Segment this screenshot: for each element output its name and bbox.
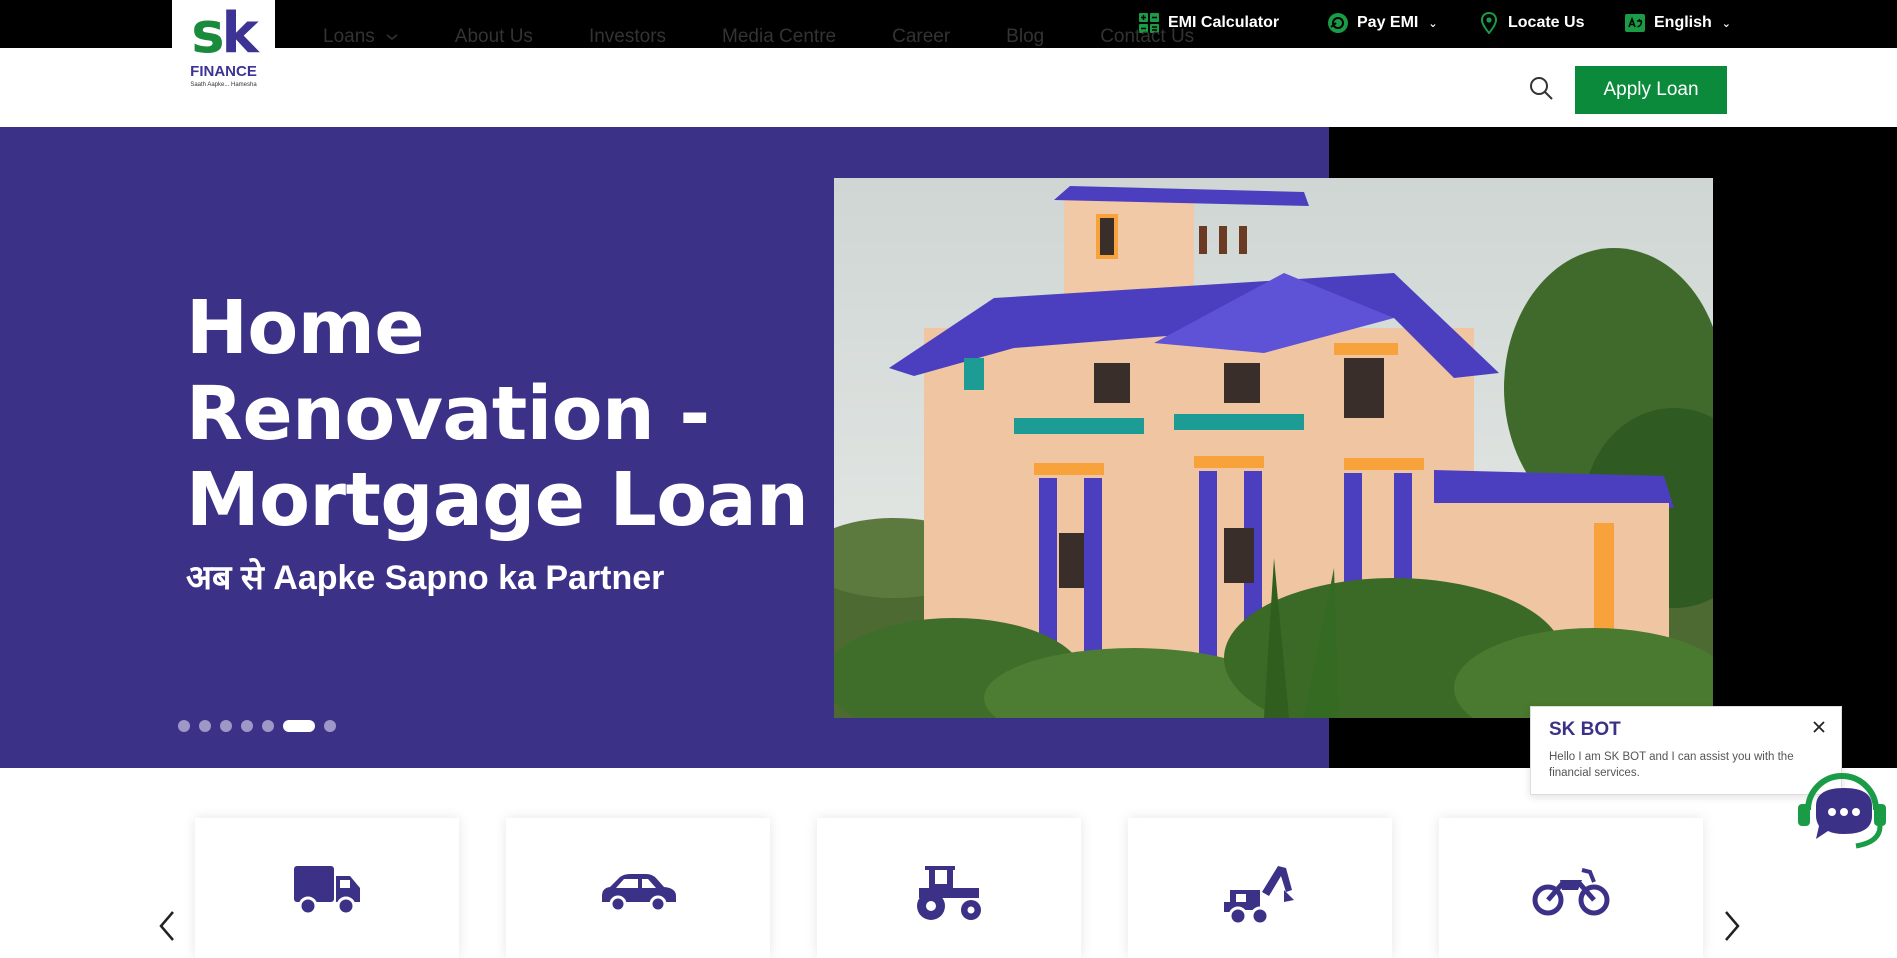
carousel-dot[interactable] bbox=[178, 720, 190, 732]
locate-us-label: Locate Us bbox=[1508, 14, 1585, 31]
car-icon bbox=[602, 874, 676, 913]
logo-monogram: sk bbox=[191, 1, 259, 66]
pay-emi-dropdown[interactable]: Pay EMI ⌄ bbox=[1327, 12, 1438, 34]
language-icon bbox=[1624, 12, 1646, 34]
sk-finance-logo[interactable]: sk FINANCE Saath Aapke... Hamesha bbox=[172, 0, 275, 114]
chatbot-message: Hello I am SK BOT and I can assist you w… bbox=[1549, 751, 1794, 779]
motorcycle-icon bbox=[1532, 868, 1610, 916]
chatbot-title: SK BOT bbox=[1549, 719, 1621, 740]
nav-item-about-us[interactable]: About Us bbox=[455, 26, 533, 48]
loan-category-row bbox=[0, 768, 1897, 958]
loan-card-construction-equipment[interactable] bbox=[1128, 818, 1392, 958]
nav-item-contact-us[interactable]: Contact Us bbox=[1100, 26, 1194, 48]
tractor-icon bbox=[917, 866, 981, 920]
language-dropdown[interactable]: English ⌄ bbox=[1624, 12, 1731, 34]
carousel-dots bbox=[178, 720, 336, 732]
construction-equipment-icon bbox=[1224, 866, 1294, 926]
location-pin-icon bbox=[1478, 12, 1500, 34]
nav-item-media-centre[interactable]: Media Centre bbox=[722, 26, 836, 48]
chevron-down-icon bbox=[386, 34, 398, 41]
close-icon[interactable] bbox=[1811, 719, 1827, 735]
chevron-down-icon: ⌄ bbox=[1721, 17, 1731, 30]
logo-tagline: Saath Aapke... Hamesha bbox=[190, 82, 257, 88]
carousel-dot[interactable] bbox=[220, 720, 232, 732]
nav-menu: Loans About Us Investors Media Centre Ca… bbox=[323, 26, 1250, 48]
loan-card-two-wheeler[interactable] bbox=[1439, 818, 1703, 958]
hero-carousel: Home Renovation - Mortgage Loan अब से Aa… bbox=[0, 127, 1897, 768]
carousel-dot-active[interactable] bbox=[283, 720, 315, 732]
locate-us-link[interactable]: Locate Us bbox=[1478, 12, 1584, 34]
truck-icon bbox=[294, 866, 360, 916]
nav-item-loans[interactable]: Loans bbox=[323, 26, 399, 48]
nav-item-career[interactable]: Career bbox=[892, 26, 950, 48]
chevron-left-icon[interactable] bbox=[155, 908, 179, 944]
chatbot-launcher-icon[interactable] bbox=[1794, 764, 1890, 856]
logo-wordmark: FINANCE bbox=[190, 63, 257, 80]
carousel-dot[interactable] bbox=[241, 720, 253, 732]
apply-loan-button[interactable]: Apply Loan bbox=[1575, 66, 1727, 114]
nav-item-investors[interactable]: Investors bbox=[589, 26, 666, 48]
loan-card-commercial-vehicle[interactable] bbox=[195, 818, 459, 958]
chevron-right-icon[interactable] bbox=[1720, 908, 1744, 944]
search-icon[interactable] bbox=[1528, 75, 1554, 101]
loan-card-tractor[interactable] bbox=[817, 818, 1081, 958]
pay-emi-label: Pay EMI bbox=[1357, 14, 1419, 31]
loan-card-car[interactable] bbox=[506, 818, 770, 958]
hero-subtitle: अब से Aapke Sapno ka Partner bbox=[186, 559, 665, 597]
hero-title: Home Renovation - Mortgage Loan bbox=[186, 285, 809, 543]
chevron-down-icon: ⌄ bbox=[1428, 17, 1438, 30]
hero-house-image bbox=[834, 178, 1713, 718]
nav-item-blog[interactable]: Blog bbox=[1006, 26, 1044, 48]
carousel-dot[interactable] bbox=[324, 720, 336, 732]
carousel-dot[interactable] bbox=[199, 720, 211, 732]
carousel-dot[interactable] bbox=[262, 720, 274, 732]
language-label: English bbox=[1654, 14, 1712, 31]
pay-emi-icon bbox=[1327, 12, 1349, 34]
